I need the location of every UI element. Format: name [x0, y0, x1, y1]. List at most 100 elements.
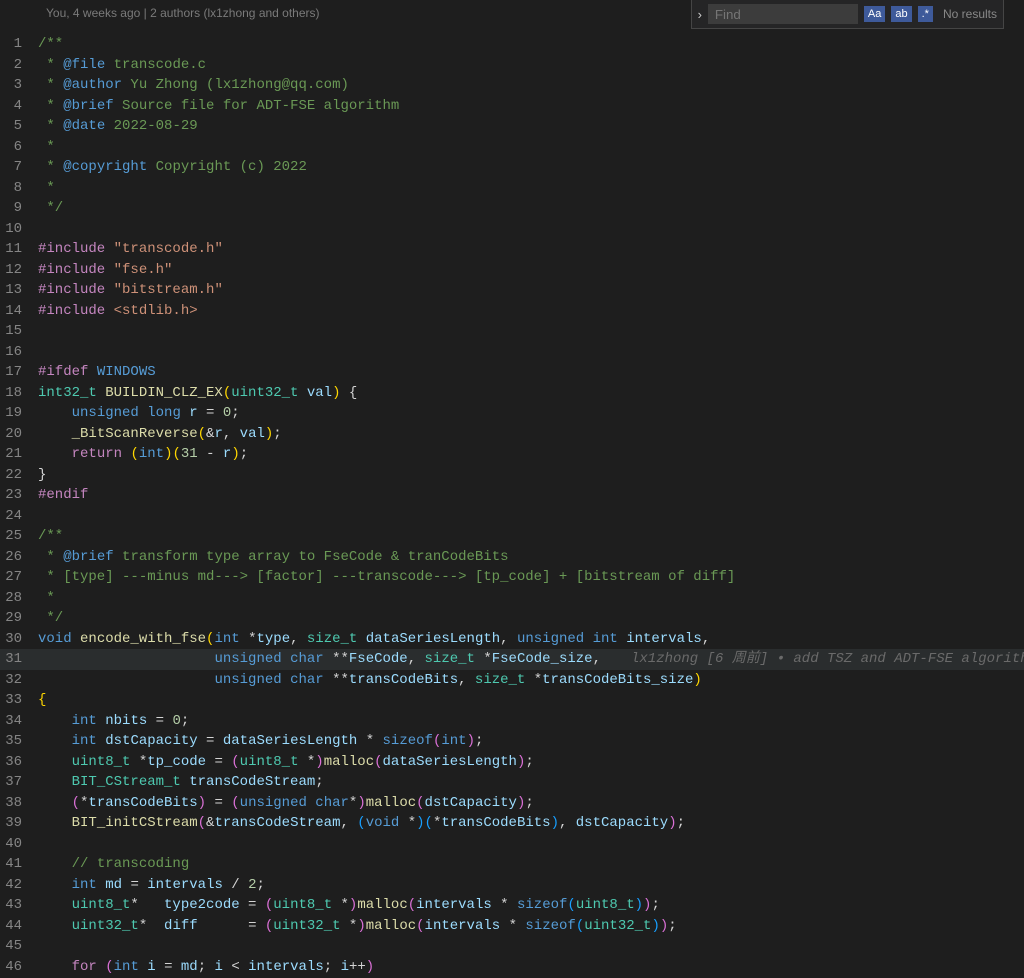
code-line[interactable]: 31 unsigned char **FseCode, size_t *FseC… — [0, 649, 1024, 670]
code-line[interactable]: 36 uint8_t *tp_code = (uint8_t *)malloc(… — [0, 752, 1024, 773]
code-content[interactable]: #include "bitstream.h" — [38, 280, 1024, 301]
code-line[interactable]: 23#endif — [0, 485, 1024, 506]
code-editor[interactable]: 1/**2 * @file transcode.c3 * @author Yu … — [0, 34, 1024, 978]
code-content[interactable]: /** — [38, 34, 1024, 55]
code-content[interactable]: unsigned long r = 0; — [38, 403, 1024, 424]
code-line[interactable]: 4 * @brief Source file for ADT-FSE algor… — [0, 96, 1024, 117]
code-content[interactable]: * @copyright Copyright (c) 2022 — [38, 157, 1024, 178]
code-line[interactable]: 7 * @copyright Copyright (c) 2022 — [0, 157, 1024, 178]
code-line[interactable]: 21 return (int)(31 - r); — [0, 444, 1024, 465]
code-content[interactable]: int dstCapacity = dataSeriesLength * siz… — [38, 731, 1024, 752]
code-line[interactable]: 28 * — [0, 588, 1024, 609]
code-line[interactable]: 44 uint32_t* diff = (uint32_t *)malloc(i… — [0, 916, 1024, 937]
code-line[interactable]: 9 */ — [0, 198, 1024, 219]
code-content[interactable] — [38, 321, 1024, 342]
code-content[interactable]: */ — [38, 608, 1024, 629]
code-content[interactable]: #include <stdlib.h> — [38, 301, 1024, 322]
code-line[interactable]: 40 — [0, 834, 1024, 855]
code-line[interactable]: 20 _BitScanReverse(&r, val); — [0, 424, 1024, 445]
code-line[interactable]: 6 * — [0, 137, 1024, 158]
code-content[interactable]: (*transCodeBits) = (unsigned char*)mallo… — [38, 793, 1024, 814]
find-regex-button[interactable]: .* — [918, 6, 933, 22]
code-content[interactable]: for (int i = md; i < intervals; i++) — [38, 957, 1024, 978]
find-match-word-button[interactable]: ab — [891, 6, 911, 22]
code-content[interactable]: // transcoding — [38, 854, 1024, 875]
code-content[interactable] — [38, 342, 1024, 363]
code-line[interactable]: 11#include "transcode.h" — [0, 239, 1024, 260]
code-content[interactable]: int32_t BUILDIN_CLZ_EX(uint32_t val) { — [38, 383, 1024, 404]
code-line[interactable]: 42 int md = intervals / 2; — [0, 875, 1024, 896]
code-content[interactable]: } — [38, 465, 1024, 486]
code-line[interactable]: 45 — [0, 936, 1024, 957]
code-line[interactable]: 14#include <stdlib.h> — [0, 301, 1024, 322]
code-line[interactable]: 29 */ — [0, 608, 1024, 629]
code-content[interactable]: unsigned char **FseCode, size_t *FseCode… — [38, 649, 1024, 670]
code-content[interactable]: * @brief Source file for ADT-FSE algorit… — [38, 96, 1024, 117]
code-content[interactable]: uint8_t *tp_code = (uint8_t *)malloc(dat… — [38, 752, 1024, 773]
code-content[interactable]: * @file transcode.c — [38, 55, 1024, 76]
code-content[interactable]: * — [38, 588, 1024, 609]
code-content[interactable] — [38, 834, 1024, 855]
code-content[interactable]: return (int)(31 - r); — [38, 444, 1024, 465]
code-content[interactable]: int md = intervals / 2; — [38, 875, 1024, 896]
code-line[interactable]: 18int32_t BUILDIN_CLZ_EX(uint32_t val) { — [0, 383, 1024, 404]
code-line[interactable]: 12#include "fse.h" — [0, 260, 1024, 281]
code-content[interactable]: BIT_initCStream(&transCodeStream, (void … — [38, 813, 1024, 834]
code-line[interactable]: 10 — [0, 219, 1024, 240]
code-line[interactable]: 1/** — [0, 34, 1024, 55]
code-line[interactable]: 16 — [0, 342, 1024, 363]
code-line[interactable]: 43 uint8_t* type2code = (uint8_t *)mallo… — [0, 895, 1024, 916]
code-line[interactable]: 19 unsigned long r = 0; — [0, 403, 1024, 424]
code-content[interactable]: * @author Yu Zhong (lx1zhong@qq.com) — [38, 75, 1024, 96]
code-line[interactable]: 33{ — [0, 690, 1024, 711]
code-line[interactable]: 34 int nbits = 0; — [0, 711, 1024, 732]
code-line[interactable]: 46 for (int i = md; i < intervals; i++) — [0, 957, 1024, 978]
code-content[interactable]: */ — [38, 198, 1024, 219]
code-content[interactable]: uint32_t* diff = (uint32_t *)malloc(inte… — [38, 916, 1024, 937]
find-toggle-icon[interactable]: › — [698, 7, 702, 22]
code-content[interactable]: uint8_t* type2code = (uint8_t *)malloc(i… — [38, 895, 1024, 916]
code-line[interactable]: 24 — [0, 506, 1024, 527]
code-content[interactable]: * — [38, 137, 1024, 158]
code-content[interactable]: #include "fse.h" — [38, 260, 1024, 281]
code-line[interactable]: 5 * @date 2022-08-29 — [0, 116, 1024, 137]
code-content[interactable]: /** — [38, 526, 1024, 547]
code-line[interactable]: 13#include "bitstream.h" — [0, 280, 1024, 301]
find-input[interactable] — [708, 4, 858, 24]
code-content[interactable]: unsigned char **transCodeBits, size_t *t… — [38, 670, 1024, 691]
find-bar[interactable]: › Aa ab .* No results — [691, 0, 1004, 29]
code-line[interactable]: 37 BIT_CStream_t transCodeStream; — [0, 772, 1024, 793]
code-content[interactable]: _BitScanReverse(&r, val); — [38, 424, 1024, 445]
line-number: 33 — [0, 690, 38, 711]
find-match-case-button[interactable]: Aa — [864, 6, 885, 22]
code-line[interactable]: 41 // transcoding — [0, 854, 1024, 875]
code-content[interactable]: void encode_with_fse(int *type, size_t d… — [38, 629, 1024, 650]
code-content[interactable]: #include "transcode.h" — [38, 239, 1024, 260]
code-content[interactable] — [38, 219, 1024, 240]
code-content[interactable]: * — [38, 178, 1024, 199]
code-line[interactable]: 26 * @brief transform type array to FseC… — [0, 547, 1024, 568]
code-content[interactable]: #ifdef WINDOWS — [38, 362, 1024, 383]
code-content[interactable] — [38, 506, 1024, 527]
code-content[interactable]: #endif — [38, 485, 1024, 506]
code-line[interactable]: 27 * [type] ---minus md---> [factor] ---… — [0, 567, 1024, 588]
code-content[interactable]: * [type] ---minus md---> [factor] ---tra… — [38, 567, 1024, 588]
code-line[interactable]: 3 * @author Yu Zhong (lx1zhong@qq.com) — [0, 75, 1024, 96]
code-line[interactable]: 30void encode_with_fse(int *type, size_t… — [0, 629, 1024, 650]
code-content[interactable]: BIT_CStream_t transCodeStream; — [38, 772, 1024, 793]
code-line[interactable]: 2 * @file transcode.c — [0, 55, 1024, 76]
code-content[interactable]: * @brief transform type array to FseCode… — [38, 547, 1024, 568]
code-line[interactable]: 32 unsigned char **transCodeBits, size_t… — [0, 670, 1024, 691]
code-content[interactable]: int nbits = 0; — [38, 711, 1024, 732]
code-content[interactable]: { — [38, 690, 1024, 711]
code-line[interactable]: 38 (*transCodeBits) = (unsigned char*)ma… — [0, 793, 1024, 814]
code-content[interactable]: * @date 2022-08-29 — [38, 116, 1024, 137]
code-line[interactable]: 25/** — [0, 526, 1024, 547]
code-line[interactable]: 8 * — [0, 178, 1024, 199]
code-content[interactable] — [38, 936, 1024, 957]
code-line[interactable]: 17#ifdef WINDOWS — [0, 362, 1024, 383]
code-line[interactable]: 39 BIT_initCStream(&transCodeStream, (vo… — [0, 813, 1024, 834]
code-line[interactable]: 15 — [0, 321, 1024, 342]
code-line[interactable]: 35 int dstCapacity = dataSeriesLength * … — [0, 731, 1024, 752]
code-line[interactable]: 22} — [0, 465, 1024, 486]
